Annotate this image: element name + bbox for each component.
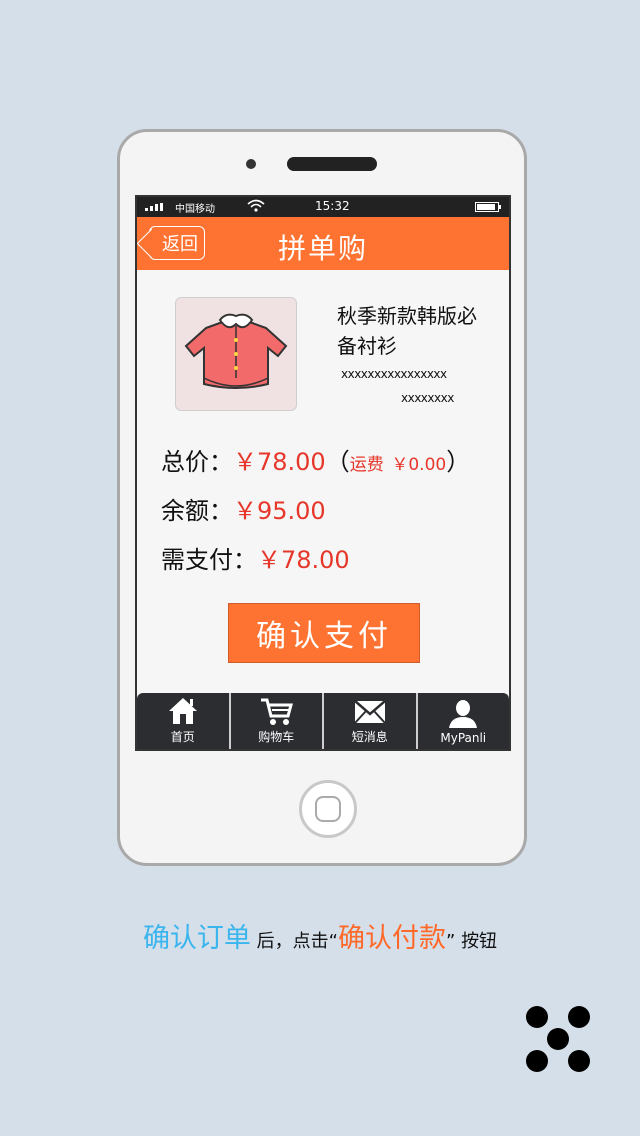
balance-label: 余额：: [161, 497, 233, 525]
caption-quote-open: “: [328, 931, 338, 952]
tab-mypanli[interactable]: MyPanli: [418, 693, 510, 749]
caption-highlight-order: 确认订单: [142, 923, 251, 954]
due-label: 需支付：: [161, 546, 257, 574]
product-image[interactable]: [175, 297, 297, 411]
tab-home[interactable]: 首页: [137, 693, 231, 749]
signal-icon: [145, 203, 163, 211]
confirm-pay-button[interactable]: 确认支付: [228, 603, 420, 663]
tab-cart[interactable]: 购物车: [231, 693, 324, 749]
tab-messages[interactable]: 短消息: [324, 693, 418, 749]
tab-messages-label: 短消息: [351, 730, 388, 744]
due-row: 需支付：￥78.00: [161, 540, 350, 575]
product-name: 秋季新款韩版必备衬衫: [337, 304, 477, 358]
shipping-label: 运费: [349, 455, 384, 475]
instruction-caption: 确认订单 后，点击“确认付款” 按钮: [0, 916, 640, 955]
tab-mypanli-label: MyPanli: [440, 731, 487, 745]
phone-frame: 中国移动 15:32 返回 拼单购 秋季新款韩版必备衬衫 xxxxxxxxxxx…: [117, 129, 527, 866]
product-code-line1: xxxxxxxxxxxxxxxx: [341, 367, 447, 381]
mail-icon: [353, 700, 386, 724]
caption-highlight-pay: 确认付款: [338, 923, 446, 954]
caption-quote-close: ”: [446, 931, 456, 952]
status-bar: 中国移动 15:32: [137, 197, 509, 217]
carrier-label: 中国移动: [175, 204, 215, 215]
wifi-icon: [247, 199, 265, 216]
shipping-value: ￥0.00: [391, 455, 447, 475]
battery-icon: [475, 202, 501, 212]
dots-logo-icon: [524, 1004, 594, 1074]
shirt-icon: [184, 313, 288, 389]
total-row: 总价：￥78.00（运费 ￥0.00）: [161, 442, 470, 477]
shipping-open: （: [325, 448, 350, 476]
shipping-close: ）: [446, 448, 471, 476]
product-code-line2: xxxxxxxx: [401, 391, 454, 405]
total-value: ￥78.00: [233, 448, 326, 476]
nav-bar: 返回 拼单购: [137, 217, 509, 270]
speaker-slot: [287, 157, 377, 171]
balance-row: 余额：￥95.00: [161, 491, 326, 526]
caption-text-button: 按钮: [461, 931, 498, 952]
total-label: 总价：: [161, 448, 233, 476]
caption-text-after: 后，点击: [256, 931, 329, 952]
phone-screen: 中国移动 15:32 返回 拼单购 秋季新款韩版必备衬衫 xxxxxxxxxxx…: [135, 195, 511, 751]
home-button[interactable]: [299, 780, 357, 838]
camera-dot: [246, 159, 256, 169]
user-icon: [449, 700, 478, 728]
back-button-label: 返回: [162, 234, 198, 255]
home-icon: [168, 698, 197, 724]
tab-home-label: 首页: [170, 730, 195, 744]
due-value: ￥78.00: [257, 546, 350, 574]
tab-cart-label: 购物车: [258, 730, 295, 744]
balance-value: ￥95.00: [233, 497, 326, 525]
cart-icon: [261, 698, 294, 725]
status-time: 15:32: [315, 199, 350, 213]
tab-bar: 首页 购物车 短消息 MyPanli: [137, 693, 509, 749]
